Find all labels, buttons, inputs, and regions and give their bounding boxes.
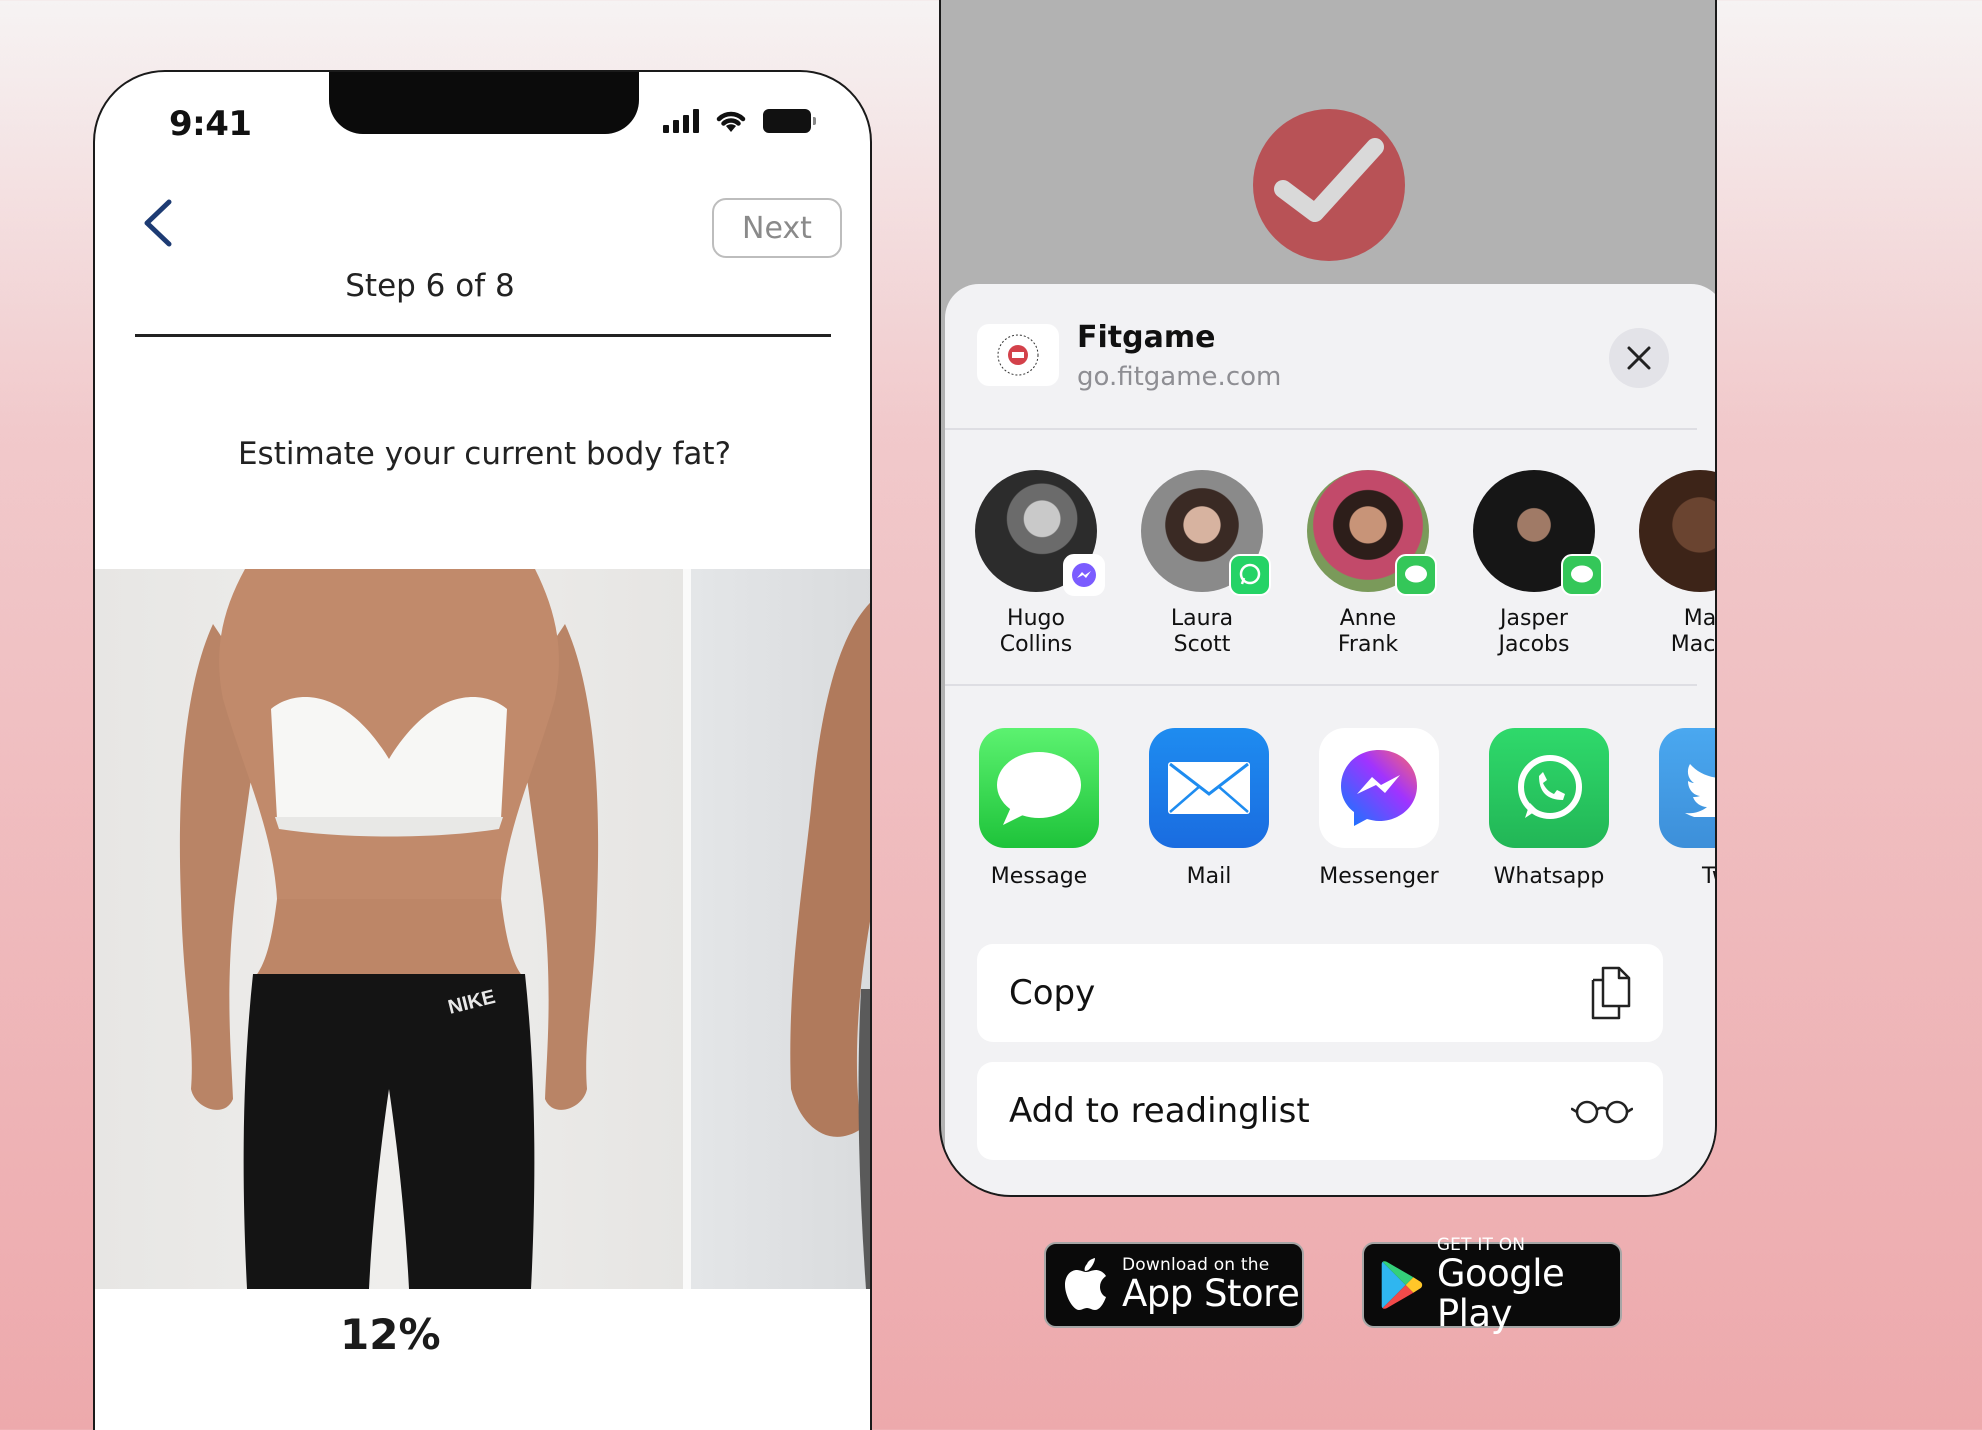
- google-play-badge[interactable]: GET IT ON Google Play: [1362, 1236, 1622, 1334]
- share-app-message[interactable]: Message: [979, 728, 1099, 889]
- google-play-logo-icon: [1381, 1261, 1423, 1309]
- share-app-twitter[interactable]: Twi: [1659, 728, 1715, 889]
- body-fat-photo-next[interactable]: [691, 569, 870, 1289]
- share-phone-screen: Fitgame go.fitgame.com Hugo Collins Laur…: [939, 0, 1717, 1197]
- avatar: [1141, 470, 1271, 596]
- app-store-badge[interactable]: Download on the App Store: [1044, 1242, 1304, 1328]
- close-share-button[interactable]: [1609, 328, 1669, 388]
- body-fat-option-label: 12%: [340, 1310, 441, 1359]
- contacts-row: Hugo Collins Laura Scott Anne Frank Jasp…: [975, 470, 1717, 658]
- share-app-label: Twi: [1702, 864, 1715, 889]
- copy-action-label: Copy: [1009, 973, 1096, 1013]
- contact-anne-frank[interactable]: Anne Frank: [1307, 470, 1437, 658]
- contact-laura-scott[interactable]: Laura Scott: [1141, 470, 1271, 658]
- share-divider-middle: [945, 684, 1697, 686]
- contact-name: Anne Frank: [1337, 606, 1399, 657]
- step-indicator: Step 6 of 8: [345, 268, 515, 304]
- fitgame-logo: [977, 324, 1059, 386]
- shared-app-name: Fitgame: [1077, 320, 1216, 355]
- phone-notch: [329, 72, 639, 134]
- next-photo-figure: [790, 603, 870, 1289]
- contact-name: Laura Scott: [1170, 606, 1234, 657]
- avatar: [1473, 470, 1603, 596]
- share-app-mail[interactable]: Mail: [1149, 728, 1269, 889]
- share-app-whatsapp[interactable]: Whatsapp: [1489, 728, 1609, 889]
- share-sheet: Fitgame go.fitgame.com Hugo Collins Laur…: [945, 284, 1717, 1195]
- copy-action[interactable]: Copy: [977, 944, 1663, 1042]
- contact-hugo-collins[interactable]: Hugo Collins: [975, 470, 1105, 658]
- question-text: Estimate your current body fat?: [237, 436, 732, 472]
- whatsapp-badge-icon: [1229, 554, 1271, 596]
- avatar: [1307, 470, 1437, 596]
- step-progress-line: [135, 334, 831, 337]
- contact-name: Jasper Jacobs: [1498, 606, 1570, 657]
- shared-app-url: go.fitgame.com: [1077, 362, 1282, 392]
- share-app-label: Message: [990, 864, 1088, 889]
- contact-name: Ma Macb: [1670, 606, 1717, 657]
- share-divider-top: [945, 428, 1697, 430]
- share-app-label: Whatsapp: [1493, 864, 1605, 889]
- messages-badge-icon: [1395, 554, 1437, 596]
- mail-app-icon: [1149, 728, 1269, 848]
- messenger-badge-icon: [1063, 554, 1105, 596]
- photo-divider: [683, 569, 691, 1289]
- success-check-icon: [1253, 109, 1405, 261]
- avatar: [1639, 470, 1715, 592]
- avatar: [975, 470, 1105, 596]
- messages-badge-icon: [1561, 554, 1603, 596]
- share-apps-row: Message Mail Messenger Whatsapp T: [979, 728, 1715, 889]
- status-icons: [663, 108, 816, 134]
- contact-partial[interactable]: Ma Macb: [1639, 470, 1717, 658]
- whatsapp-app-icon: [1489, 728, 1609, 848]
- messages-app-icon: [979, 728, 1099, 848]
- reading-list-action[interactable]: Add to readinglist: [977, 1062, 1663, 1160]
- next-button[interactable]: Next: [712, 198, 842, 258]
- back-chevron-icon[interactable]: [135, 196, 179, 250]
- app-store-big-text: App Store: [1122, 1272, 1300, 1315]
- share-app-messenger[interactable]: Messenger: [1319, 728, 1439, 889]
- twitter-app-icon: [1659, 728, 1715, 848]
- body-photo-figure: NIKE: [179, 569, 599, 1289]
- contact-jasper-jacobs[interactable]: Jasper Jacobs: [1473, 470, 1603, 658]
- body-fat-photo-carousel[interactable]: NIKE: [95, 569, 870, 1289]
- share-app-label: Mail: [1186, 864, 1232, 889]
- cellular-signal-icon: [663, 109, 699, 133]
- google-play-big-text: Google Play: [1436, 1252, 1565, 1335]
- reading-list-action-label: Add to readinglist: [1009, 1091, 1310, 1131]
- wifi-icon: [716, 111, 746, 132]
- contact-name: Hugo Collins: [999, 606, 1073, 657]
- status-time: 9:41: [169, 104, 252, 144]
- share-app-label: Messenger: [1319, 864, 1439, 889]
- quiz-phone-screen: 9:41 Next Step 6 of 8 Estimate your curr…: [93, 70, 872, 1430]
- apple-logo-icon: [1065, 1258, 1106, 1310]
- copy-icon: [1591, 966, 1631, 1020]
- glasses-icon: [1571, 1100, 1633, 1124]
- messenger-app-icon: [1319, 728, 1439, 848]
- body-fat-photo-12[interactable]: NIKE: [95, 569, 683, 1289]
- close-icon: [1627, 346, 1651, 370]
- battery-icon: [763, 109, 816, 133]
